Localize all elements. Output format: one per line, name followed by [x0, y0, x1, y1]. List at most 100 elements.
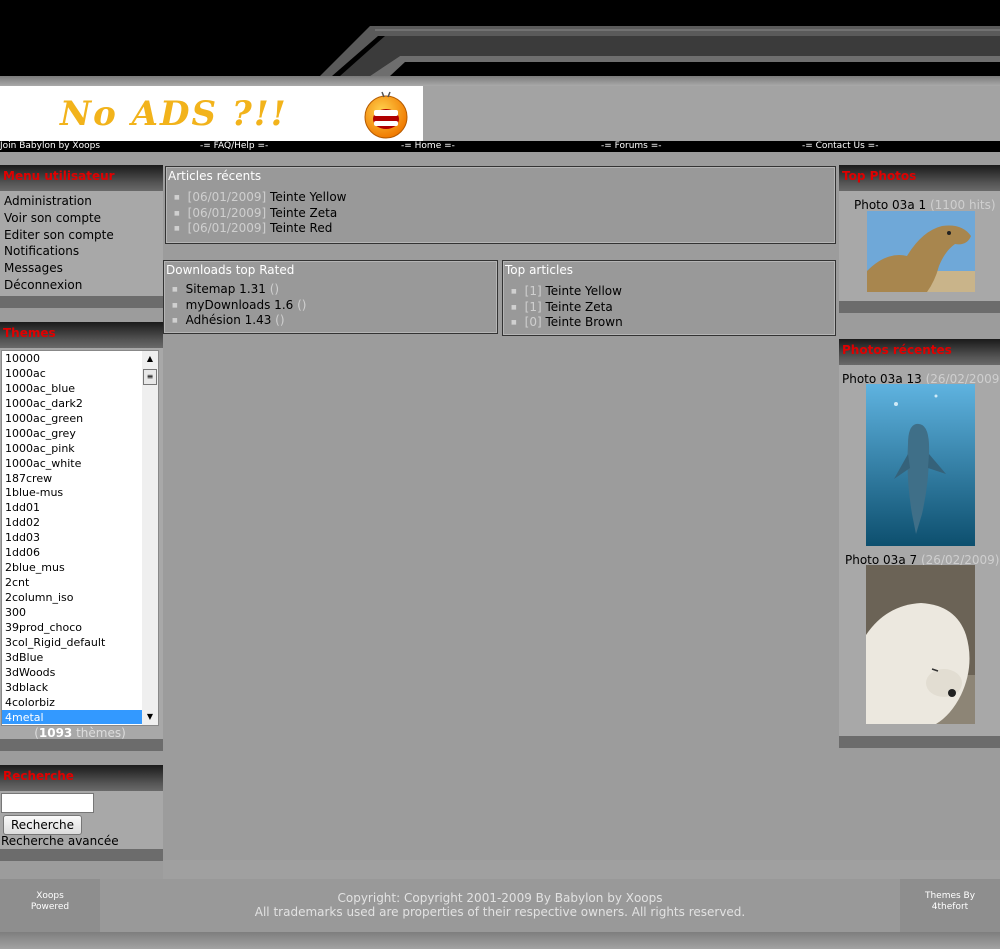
theme-option[interactable]: 1000ac_green	[2, 411, 158, 426]
theme-option[interactable]: 187crew	[2, 471, 158, 486]
theme-option[interactable]: 1000ac_dark2	[2, 396, 158, 411]
header	[0, 0, 1000, 86]
top-articles-block: Top articles [1] Teinte Yellow[1] Teinte…	[502, 260, 836, 336]
top-article-item: [0] Teinte Brown	[511, 315, 623, 331]
theme-option[interactable]: 1000ac_white	[2, 456, 158, 471]
item-meta: [06/01/2009]	[187, 205, 267, 220]
nav-join-link[interactable]: Join Babylon by Xoops	[0, 141, 100, 152]
theme-option[interactable]: 1dd02	[2, 515, 158, 530]
item-link[interactable]: Adhésion 1.43	[186, 313, 272, 327]
theme-option[interactable]: 300	[2, 605, 158, 620]
footer: Xoops Powered Copyright: Copyright 2001-…	[0, 879, 1000, 949]
advanced-search-link[interactable]: Recherche avancée	[1, 834, 119, 848]
nav-home-link[interactable]: -= Home =-	[401, 141, 455, 152]
theme-option[interactable]: 3col_Rigid_default	[2, 635, 158, 650]
search-input[interactable]	[1, 793, 94, 813]
theme-option[interactable]: 1000ac	[2, 366, 158, 381]
polar-bear-photo[interactable]	[866, 565, 975, 724]
theme-option[interactable]: 1dd01	[2, 500, 158, 515]
block-footer	[0, 739, 163, 751]
menu-item-notifications[interactable]: Notifications	[4, 243, 159, 260]
item-link[interactable]: myDownloads 1.6	[186, 298, 294, 312]
theme-option[interactable]: 3dWoods	[2, 665, 158, 680]
menu-item-logout[interactable]: Déconnexion	[4, 277, 159, 294]
scroll-up-icon[interactable]: ▲	[142, 351, 158, 367]
theme-option[interactable]: 3dblack	[2, 680, 158, 695]
theme-option[interactable]: 10000	[2, 351, 158, 366]
themes-listbox[interactable]: 10000 1000ac 1000ac_blue 1000ac_dark2 1000ac…	[1, 350, 159, 726]
top-photo-caption: Photo 03a 1 (1100 hits)	[854, 198, 996, 212]
theme-author-label: 4thefort	[931, 902, 969, 912]
theme-option[interactable]: 1000ac_blue	[2, 381, 158, 396]
top-photo-link[interactable]: Photo 03a 1	[854, 198, 926, 212]
downloads-title: Downloads top Rated	[166, 263, 295, 277]
block-footer	[0, 296, 163, 308]
shocked-face-icon	[364, 91, 408, 139]
item-link[interactable]: Teinte Zeta	[270, 206, 337, 220]
ad-banner[interactable]: No ADS ?!!	[0, 86, 423, 141]
theme-option[interactable]: 1000ac_grey	[2, 426, 158, 441]
item-meta: [1]	[524, 284, 542, 298]
user-menu-list: Administration Voir son compte Editer so…	[0, 191, 163, 296]
scroll-thumb[interactable]: ≡	[143, 369, 157, 385]
item-link[interactable]: Teinte Zeta	[546, 300, 613, 314]
header-decoration	[320, 26, 1000, 76]
theme-option[interactable]: 39prod_choco	[2, 620, 158, 635]
theme-option[interactable]: 1000ac_pink	[2, 441, 158, 456]
menu-item-administration[interactable]: Administration	[4, 193, 159, 210]
menu-item-view-account[interactable]: Voir son compte	[4, 210, 159, 227]
item-link[interactable]: Teinte Red	[270, 221, 332, 235]
camel-photo[interactable]	[867, 211, 975, 292]
top-article-item: [1] Teinte Yellow	[511, 284, 623, 300]
themes-by-logo[interactable]: Themes By 4thefort	[900, 891, 1000, 913]
theme-option[interactable]: 4colorbiz	[2, 695, 158, 710]
trademarks-text: All trademarks used are properties of th…	[254, 905, 746, 919]
item-link[interactable]: Teinte Brown	[546, 315, 623, 329]
item-meta: ()	[297, 297, 307, 312]
user-menu-title: Menu utilisateur	[0, 165, 163, 191]
menu-item-edit-account[interactable]: Editer son compte	[4, 227, 159, 244]
menu-item-messages[interactable]: Messages	[4, 260, 159, 277]
item-meta: [06/01/2009]	[187, 221, 267, 235]
themes-by-label: Themes By	[924, 891, 976, 901]
theme-option[interactable]: 4metal	[2, 709, 158, 725]
theme-option[interactable]: 1dd06	[2, 545, 158, 560]
themes-scrollbar[interactable]: ▲ ≡ ▼	[142, 351, 158, 725]
download-item: Sitemap 1.31 ()	[172, 282, 306, 298]
nav-faq-link[interactable]: -= FAQ/Help =-	[200, 141, 268, 152]
theme-option[interactable]: 1blue-mus	[2, 485, 158, 500]
recent-articles-block: Articles récents [06/01/2009] Teinte Yel…	[165, 166, 836, 244]
theme-option[interactable]: 2column_iso	[2, 590, 158, 605]
xoops-powered-logo[interactable]: Xoops Powered	[0, 891, 100, 913]
recent-articles-list: [06/01/2009] Teinte Yellow[06/01/2009] T…	[174, 190, 347, 237]
copyright-text: Copyright: Copyright 2001-2009 By Babylo…	[337, 891, 663, 905]
item-link[interactable]: Teinte Yellow	[270, 190, 346, 204]
theme-option[interactable]: 2cnt	[2, 575, 158, 590]
top-articles-title: Top articles	[505, 263, 573, 277]
recent-articles-title: Articles récents	[168, 169, 262, 183]
powered-label: Powered	[30, 902, 70, 912]
theme-option[interactable]: 3dBlue	[2, 650, 158, 665]
item-meta: [06/01/2009]	[187, 190, 267, 204]
download-item: Adhésion 1.43 ()	[172, 313, 306, 329]
search-button[interactable]: Recherche	[3, 815, 82, 835]
top-articles-list: [1] Teinte Yellow[1] Teinte Zeta[0] Tein…	[511, 284, 623, 331]
theme-option[interactable]: 1dd03	[2, 530, 158, 545]
top-photos-block: Top Photos Photo 03a 1 (1100 hits)	[839, 165, 1000, 313]
banner-text: No ADS ?!!	[60, 94, 288, 134]
themes-count: (1093 thèmes)	[34, 726, 126, 740]
downloads-list: Sitemap 1.31 ()myDownloads 1.6 ()Adhésio…	[172, 282, 307, 329]
item-link[interactable]: Sitemap 1.31	[186, 282, 266, 296]
themes-title: Themes	[0, 322, 163, 348]
item-link[interactable]: Teinte Yellow	[546, 284, 622, 298]
top-article-item: [1] Teinte Zeta	[511, 300, 623, 316]
scroll-down-icon[interactable]: ▼	[142, 709, 158, 725]
theme-option[interactable]: 2blue_mus	[2, 560, 158, 575]
dolphin-photo[interactable]	[866, 384, 975, 546]
block-footer	[0, 849, 163, 861]
nav-contact-link[interactable]: -= Contact Us =-	[802, 141, 878, 152]
xoops-label: Xoops	[36, 891, 64, 901]
item-meta: ()	[275, 313, 285, 327]
nav-forums-link[interactable]: -= Forums =-	[601, 141, 662, 152]
footer-bar	[0, 932, 1000, 949]
